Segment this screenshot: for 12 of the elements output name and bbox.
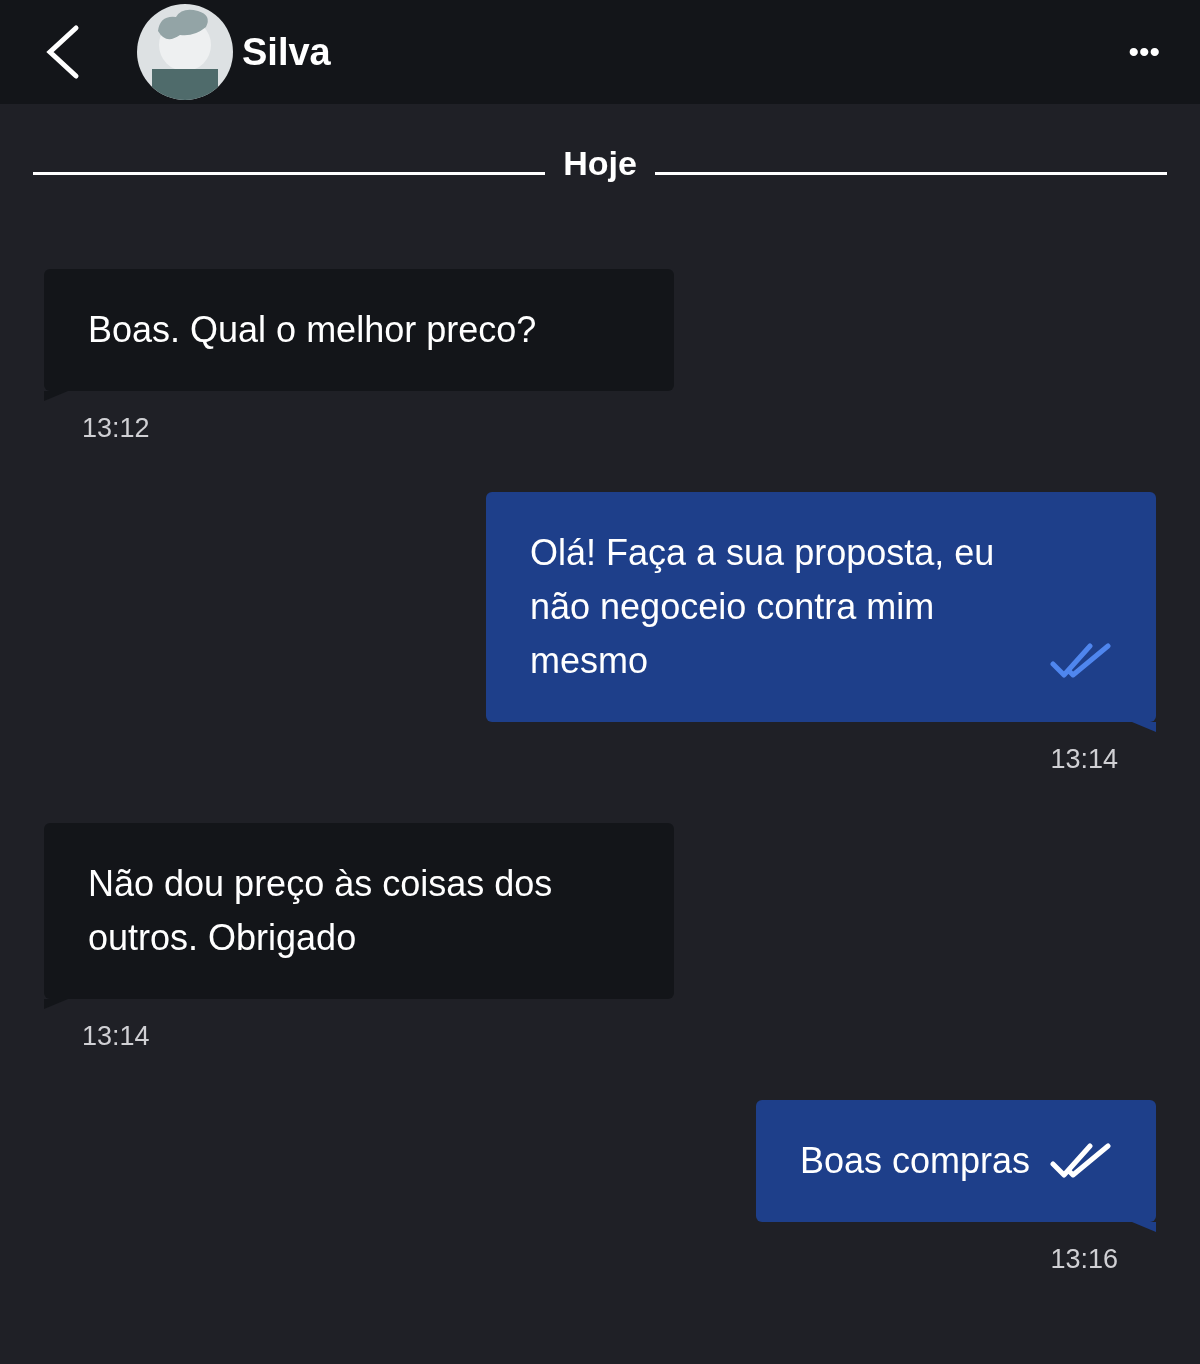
- message-text: Boas compras: [799, 1139, 1030, 1183]
- message-text: Não dou preço às coisas dos outros. Obrigado: [88, 862, 554, 960]
- more-menu-button[interactable]: •••: [1128, 35, 1160, 69]
- message-text: Boas. Qual o melhor preco?: [88, 308, 537, 352]
- back-icon[interactable]: [44, 24, 80, 80]
- message-time: 13:12: [81, 413, 151, 444]
- contact-name: Silva: [242, 30, 331, 74]
- message-time: 13:14: [81, 1021, 151, 1052]
- message-time: 13:14: [1049, 744, 1119, 775]
- message-text: Olá! Faça a sua proposta, eu não negoceio contra mim mesmo: [530, 531, 996, 683]
- message-time: 13:16: [1049, 1244, 1119, 1275]
- date-label: Hoje: [563, 144, 637, 183]
